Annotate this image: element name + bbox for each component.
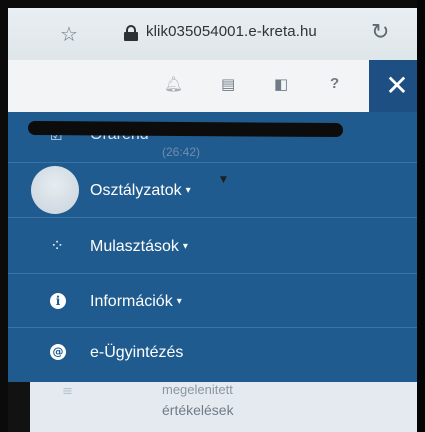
- menu-item-label: e-Ügyintézés: [90, 344, 184, 361]
- bell-icon[interactable]: 🔔︎: [164, 75, 183, 93]
- at-icon: @: [50, 344, 66, 360]
- drawer-menu: ☑ Órarend (26:42) Osztályzatok▾ ▼ ⁘ Mula…: [8, 112, 417, 382]
- ghost-time-text: (26:42): [162, 145, 201, 159]
- menu-item-informaciok[interactable]: i Információk ▾: [8, 274, 417, 328]
- menu-item-e-ugyintezes[interactable]: @ e-Ügyintézés: [8, 328, 417, 382]
- url-text[interactable]: klik035054001.e-kreta.hu: [146, 23, 317, 40]
- caret-down-icon: ▾: [185, 185, 191, 197]
- ghost-arrow-icon: ▼: [220, 175, 227, 185]
- caret-down-icon: ▾: [176, 296, 182, 308]
- spinner-icon: ⁘: [50, 236, 65, 256]
- list-icon: ≡: [62, 384, 73, 399]
- menu-item-osztalyzatok[interactable]: Osztályzatok ▾ ▼: [8, 163, 417, 218]
- underlying-text-line2[interactable]: értékelések: [162, 402, 234, 418]
- underlying-page: ≡ megelenitett értékelések: [8, 382, 417, 432]
- site-toolbar: 🔔︎ ▤ ◧ ? ✕: [8, 60, 425, 112]
- avatar[interactable]: [31, 166, 79, 214]
- star-icon[interactable]: ☆: [60, 22, 78, 46]
- menu-item-label: Osztályzatok ▾: [90, 182, 191, 199]
- grid-icon[interactable]: ▤: [221, 75, 235, 93]
- browser-address-bar: ☆ klik035054001.e-kreta.hu ↻: [8, 8, 417, 60]
- lock-icon: [124, 25, 138, 41]
- menu-item-mulasztasok[interactable]: ⁘ Mulasztások ▾: [8, 218, 417, 274]
- close-menu-button[interactable]: ✕: [369, 60, 425, 112]
- menu-item-orarend[interactable]: ☑ Órarend (26:42): [8, 112, 417, 163]
- menu-item-label: Információk ▾: [90, 293, 182, 310]
- help-icon[interactable]: ?: [330, 75, 339, 92]
- book-icon[interactable]: ◧: [274, 75, 288, 93]
- phone-frame: ☆ klik035054001.e-kreta.hu ↻ 🔔︎ ▤ ◧ ? ✕ …: [0, 0, 425, 432]
- menu-item-label: Mulasztások ▾: [90, 238, 188, 255]
- info-icon: i: [50, 293, 66, 309]
- caret-down-icon: ▾: [182, 241, 188, 253]
- underlying-text-line1: megelenitett: [162, 382, 233, 397]
- redaction-mark: [27, 120, 344, 138]
- bezel-strip: [8, 382, 30, 432]
- reload-icon[interactable]: ↻: [371, 20, 389, 45]
